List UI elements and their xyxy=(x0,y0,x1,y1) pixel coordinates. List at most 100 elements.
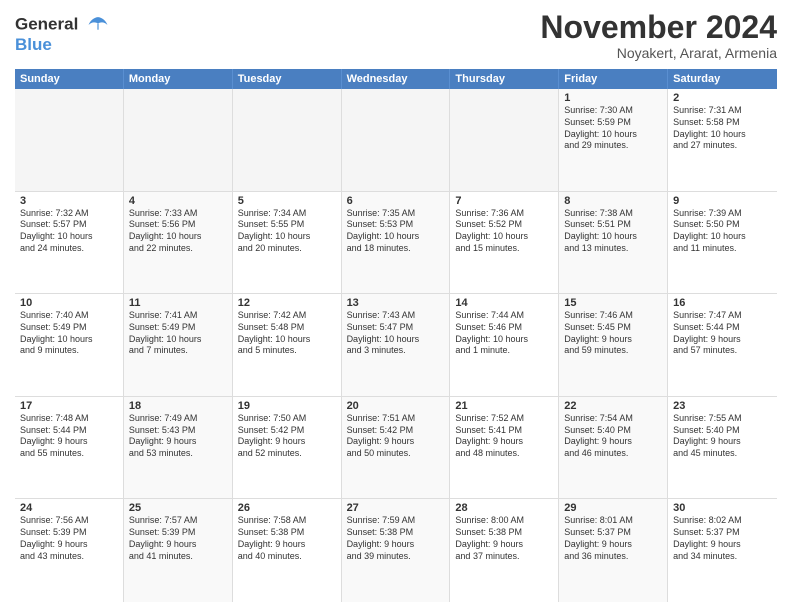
cell-line: Sunrise: 7:33 AM xyxy=(129,208,227,220)
day-number: 4 xyxy=(129,195,227,207)
cell-line: Daylight: 9 hours xyxy=(455,436,553,448)
cell-line: Sunset: 5:50 PM xyxy=(673,219,772,231)
cell-line: Daylight: 9 hours xyxy=(564,539,662,551)
cell-line: Sunset: 5:53 PM xyxy=(347,219,445,231)
cell-line: Daylight: 10 hours xyxy=(238,231,336,243)
day-number: 6 xyxy=(347,195,445,207)
day-number: 1 xyxy=(564,92,662,104)
cell-line: and 40 minutes. xyxy=(238,551,336,563)
cell-line: and 5 minutes. xyxy=(238,345,336,357)
day-number: 28 xyxy=(455,502,553,514)
cell-line: Daylight: 9 hours xyxy=(455,539,553,551)
cell-line: Sunset: 5:40 PM xyxy=(673,425,772,437)
cell-line: Sunset: 5:39 PM xyxy=(20,527,118,539)
cell-line: Sunrise: 7:55 AM xyxy=(673,413,772,425)
day-number: 13 xyxy=(347,297,445,309)
cell-line: Sunrise: 7:47 AM xyxy=(673,310,772,322)
calendar-cell: 7Sunrise: 7:36 AMSunset: 5:52 PMDaylight… xyxy=(450,192,559,294)
weekday-header-thursday: Thursday xyxy=(450,69,559,89)
day-number: 16 xyxy=(673,297,772,309)
day-number: 21 xyxy=(455,400,553,412)
calendar-cell: 18Sunrise: 7:49 AMSunset: 5:43 PMDayligh… xyxy=(124,397,233,499)
cell-line: Sunset: 5:59 PM xyxy=(564,117,662,129)
calendar-cell: 20Sunrise: 7:51 AMSunset: 5:42 PMDayligh… xyxy=(342,397,451,499)
calendar-header: SundayMondayTuesdayWednesdayThursdayFrid… xyxy=(15,69,777,89)
cell-line: and 45 minutes. xyxy=(673,448,772,460)
cell-line: Daylight: 9 hours xyxy=(20,539,118,551)
cell-line: and 9 minutes. xyxy=(20,345,118,357)
cell-line: and 36 minutes. xyxy=(564,551,662,563)
cell-line: Sunset: 5:39 PM xyxy=(129,527,227,539)
logo-line2: Blue xyxy=(15,36,109,55)
cell-line: Sunset: 5:47 PM xyxy=(347,322,445,334)
calendar-cell: 12Sunrise: 7:42 AMSunset: 5:48 PMDayligh… xyxy=(233,294,342,396)
cell-line: Daylight: 10 hours xyxy=(20,231,118,243)
cell-line: and 39 minutes. xyxy=(347,551,445,563)
cell-line: and 59 minutes. xyxy=(564,345,662,357)
cell-line: Daylight: 10 hours xyxy=(564,231,662,243)
cell-line: Sunset: 5:58 PM xyxy=(673,117,772,129)
cell-line: Sunrise: 8:02 AM xyxy=(673,515,772,527)
title-section: November 2024 Noyakert, Ararat, Armenia xyxy=(540,10,777,61)
cell-line: Sunset: 5:57 PM xyxy=(20,219,118,231)
cell-line: Sunrise: 7:59 AM xyxy=(347,515,445,527)
cell-line: Daylight: 10 hours xyxy=(673,231,772,243)
cell-line: Sunrise: 7:39 AM xyxy=(673,208,772,220)
cell-line: Sunrise: 7:48 AM xyxy=(20,413,118,425)
cell-line: Sunrise: 7:57 AM xyxy=(129,515,227,527)
calendar-cell xyxy=(450,89,559,191)
cell-line: Sunrise: 7:50 AM xyxy=(238,413,336,425)
cell-line: Sunset: 5:37 PM xyxy=(564,527,662,539)
day-number: 12 xyxy=(238,297,336,309)
cell-line: Sunset: 5:45 PM xyxy=(564,322,662,334)
cell-line: and 53 minutes. xyxy=(129,448,227,460)
cell-line: Daylight: 9 hours xyxy=(347,539,445,551)
day-number: 14 xyxy=(455,297,553,309)
cell-line: Daylight: 9 hours xyxy=(673,539,772,551)
day-number: 24 xyxy=(20,502,118,514)
weekday-header-tuesday: Tuesday xyxy=(233,69,342,89)
calendar-cell: 30Sunrise: 8:02 AMSunset: 5:37 PMDayligh… xyxy=(668,499,777,602)
cell-line: Daylight: 9 hours xyxy=(564,436,662,448)
cell-line: and 1 minute. xyxy=(455,345,553,357)
calendar: SundayMondayTuesdayWednesdayThursdayFrid… xyxy=(15,69,777,602)
cell-line: Daylight: 9 hours xyxy=(347,436,445,448)
calendar-cell: 23Sunrise: 7:55 AMSunset: 5:40 PMDayligh… xyxy=(668,397,777,499)
calendar-row-4: 17Sunrise: 7:48 AMSunset: 5:44 PMDayligh… xyxy=(15,397,777,500)
cell-line: Daylight: 10 hours xyxy=(347,231,445,243)
cell-line: Sunset: 5:55 PM xyxy=(238,219,336,231)
day-number: 10 xyxy=(20,297,118,309)
day-number: 3 xyxy=(20,195,118,207)
calendar-cell: 24Sunrise: 7:56 AMSunset: 5:39 PMDayligh… xyxy=(15,499,124,602)
cell-line: and 18 minutes. xyxy=(347,243,445,255)
calendar-cell: 6Sunrise: 7:35 AMSunset: 5:53 PMDaylight… xyxy=(342,192,451,294)
cell-line: Daylight: 10 hours xyxy=(20,334,118,346)
cell-line: and 22 minutes. xyxy=(129,243,227,255)
cell-line: Sunset: 5:49 PM xyxy=(129,322,227,334)
weekday-header-monday: Monday xyxy=(124,69,233,89)
calendar-row-1: 1Sunrise: 7:30 AMSunset: 5:59 PMDaylight… xyxy=(15,89,777,192)
day-number: 26 xyxy=(238,502,336,514)
day-number: 29 xyxy=(564,502,662,514)
day-number: 2 xyxy=(673,92,772,104)
page: General Blue November 2024 Noyakert, Ara… xyxy=(0,0,792,612)
calendar-cell xyxy=(15,89,124,191)
cell-line: and 55 minutes. xyxy=(20,448,118,460)
cell-line: Daylight: 10 hours xyxy=(455,334,553,346)
calendar-row-5: 24Sunrise: 7:56 AMSunset: 5:39 PMDayligh… xyxy=(15,499,777,602)
cell-line: Sunrise: 7:42 AM xyxy=(238,310,336,322)
calendar-cell: 21Sunrise: 7:52 AMSunset: 5:41 PMDayligh… xyxy=(450,397,559,499)
calendar-cell: 15Sunrise: 7:46 AMSunset: 5:45 PMDayligh… xyxy=(559,294,668,396)
day-number: 11 xyxy=(129,297,227,309)
cell-line: and 52 minutes. xyxy=(238,448,336,460)
cell-line: and 11 minutes. xyxy=(673,243,772,255)
cell-line: Sunrise: 7:54 AM xyxy=(564,413,662,425)
cell-line: Sunset: 5:42 PM xyxy=(347,425,445,437)
calendar-cell xyxy=(233,89,342,191)
month-title: November 2024 xyxy=(540,10,777,45)
cell-line: Sunset: 5:41 PM xyxy=(455,425,553,437)
calendar-cell: 25Sunrise: 7:57 AMSunset: 5:39 PMDayligh… xyxy=(124,499,233,602)
day-number: 5 xyxy=(238,195,336,207)
calendar-cell: 17Sunrise: 7:48 AMSunset: 5:44 PMDayligh… xyxy=(15,397,124,499)
cell-line: Daylight: 9 hours xyxy=(129,539,227,551)
